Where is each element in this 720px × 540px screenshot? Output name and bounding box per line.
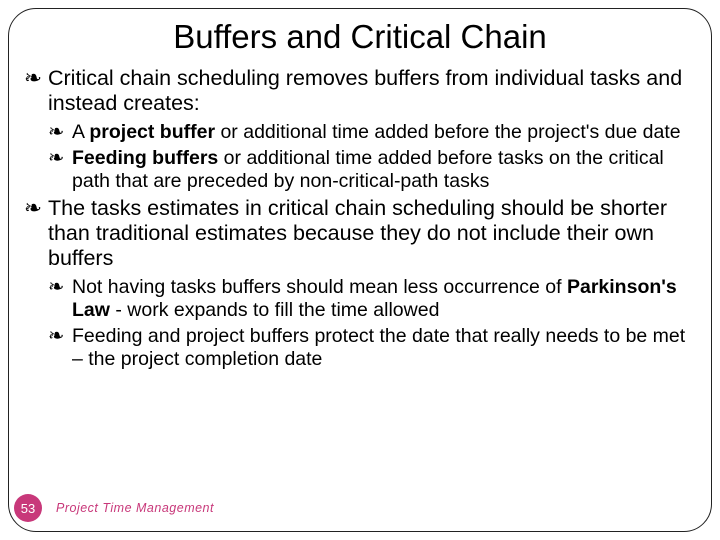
bullet-text-bold: Feeding buffers: [72, 147, 218, 169]
bullet-level2: Feeding buffers or additional time added…: [24, 147, 696, 193]
bullet-text-post: or additional time added before the proj…: [215, 121, 681, 143]
page-number-badge: 53: [14, 494, 42, 522]
bullet-level2: A project buffer or additional time adde…: [24, 121, 696, 144]
bullet-text: Critical chain scheduling removes buffer…: [48, 66, 682, 115]
bullet-text: Feeding and project buffers protect the …: [72, 325, 685, 370]
bullet-text: The tasks estimates in critical chain sc…: [48, 196, 667, 271]
slide-footer: 53 Project Time Management: [14, 494, 214, 522]
bullet-level1: Critical chain scheduling removes buffer…: [24, 66, 696, 117]
bullet-text-pre: A: [72, 121, 89, 143]
bullet-text-pre: Not having tasks buffers should mean les…: [72, 276, 567, 298]
slide-title: Buffers and Critical Chain: [24, 18, 696, 56]
page-number: 53: [21, 501, 35, 516]
bullet-text-bold: project buffer: [89, 121, 215, 143]
bullet-level2: Feeding and project buffers protect the …: [24, 325, 696, 371]
bullet-level1: The tasks estimates in critical chain sc…: [24, 196, 696, 272]
slide-content: Buffers and Critical Chain Critical chai…: [24, 18, 696, 374]
bullet-level2: Not having tasks buffers should mean les…: [24, 276, 696, 322]
footer-text: Project Time Management: [56, 501, 214, 515]
bullet-text-post: - work expands to fill the time allowed: [110, 299, 439, 321]
